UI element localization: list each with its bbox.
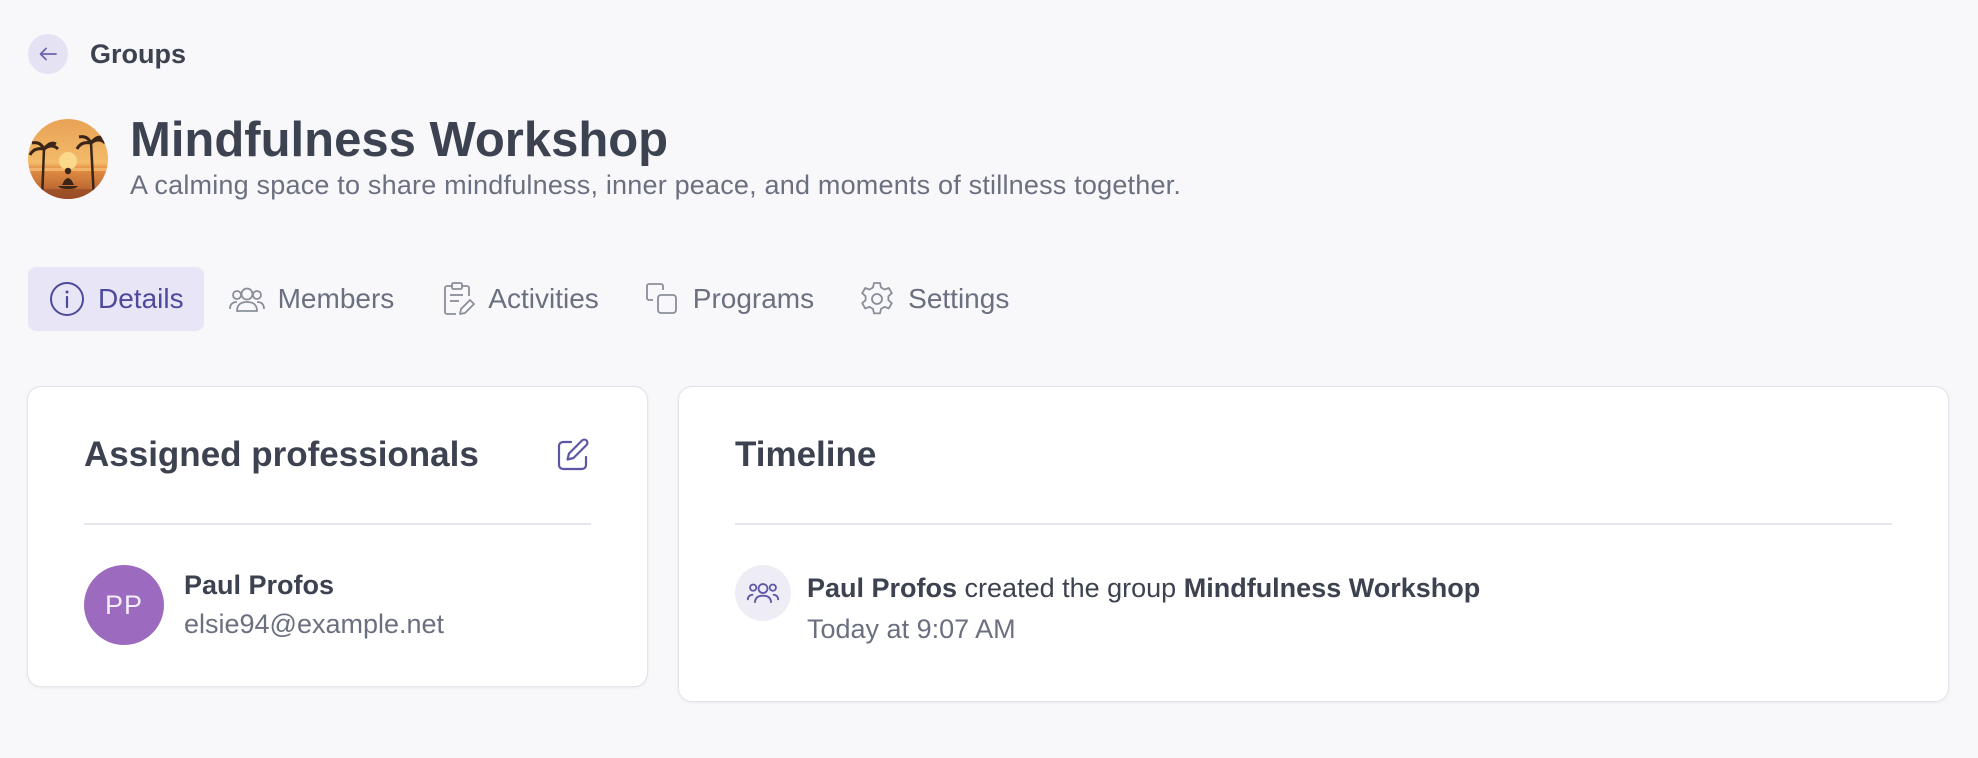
- event-action: created the group: [964, 573, 1177, 603]
- gear-icon: [861, 282, 893, 315]
- tab-settings[interactable]: Settings: [838, 267, 1029, 331]
- professional-item[interactable]: PP Paul Profos elsie94@example.net: [84, 565, 444, 645]
- copy-icon: [645, 283, 677, 314]
- back-button[interactable]: [28, 34, 68, 74]
- tab-bar: Details Members Activities Programs Sett…: [28, 267, 1033, 331]
- professional-email: elsie94@example.net: [184, 609, 445, 639]
- tab-label: Activities: [488, 283, 599, 314]
- timeline-event: Paul Profos created the group Mindfulnes…: [735, 565, 1480, 645]
- divider: [735, 523, 1892, 525]
- event-description: Paul Profos created the group Mindfulnes…: [807, 573, 1480, 604]
- divider: [84, 523, 591, 525]
- tab-activities[interactable]: Activities: [418, 267, 618, 331]
- group-description: A calming space to share mindfulness, in…: [130, 170, 1182, 200]
- group-icon: [735, 565, 791, 621]
- clipboard-edit-icon: [444, 282, 476, 315]
- page: Groups Mindfulness Workshop A calming sp…: [0, 0, 1978, 758]
- tab-label: Settings: [908, 283, 1010, 314]
- breadcrumb-groups-link[interactable]: Groups: [90, 39, 186, 70]
- breadcrumb: Groups: [28, 34, 186, 74]
- tab-label: Members: [277, 283, 395, 314]
- assigned-professionals-card: Assigned professionals PP Paul Profos el…: [27, 386, 648, 687]
- event-target[interactable]: Mindfulness Workshop: [1184, 573, 1481, 603]
- arrow-left-icon: [39, 47, 57, 61]
- users-icon: [228, 287, 265, 312]
- tab-programs[interactable]: Programs: [623, 267, 834, 331]
- page-title: Mindfulness Workshop: [130, 113, 669, 167]
- tab-label: Details: [98, 283, 184, 314]
- edit-professionals-button[interactable]: [555, 437, 591, 473]
- group-avatar: [28, 119, 108, 199]
- professional-name: Paul Profos: [184, 570, 335, 600]
- info-icon: [50, 282, 84, 316]
- tab-details[interactable]: Details: [28, 267, 204, 331]
- timeline-card: Timeline Paul Profos created the group M…: [678, 386, 1949, 702]
- card-title: Timeline: [735, 435, 877, 474]
- card-title: Assigned professionals: [84, 435, 479, 474]
- tab-label: Programs: [692, 283, 815, 314]
- tab-members[interactable]: Members: [208, 267, 415, 331]
- group-header: Mindfulness Workshop A calming space to …: [28, 112, 1181, 201]
- event-timestamp: Today at 9:07 AM: [807, 614, 1016, 644]
- event-actor[interactable]: Paul Profos: [807, 573, 957, 603]
- avatar: PP: [84, 565, 164, 645]
- edit-icon: [557, 438, 589, 471]
